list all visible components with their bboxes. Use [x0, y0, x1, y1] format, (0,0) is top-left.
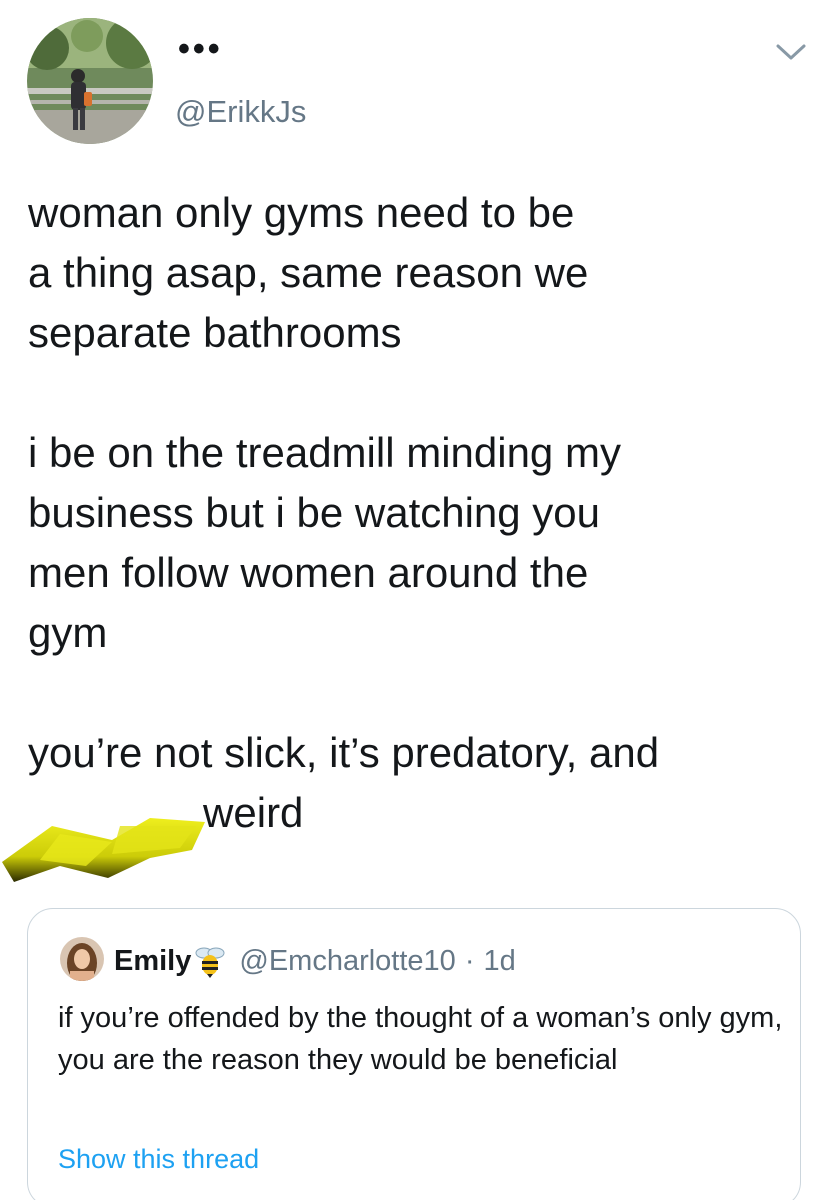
- author-handle[interactable]: @ErikkJs: [175, 92, 306, 132]
- quoted-author-avatar[interactable]: [60, 937, 104, 981]
- chevron-down-icon: [776, 44, 806, 60]
- censor-scribble: [0, 800, 215, 890]
- avatar-photo-icon: [60, 937, 104, 981]
- header-separator: ·: [464, 944, 475, 977]
- quoted-tweet-text: if you’re offended by the thought of a w…: [58, 1002, 783, 1076]
- author-avatar[interactable]: [27, 18, 153, 144]
- tweet-menu-button[interactable]: [774, 40, 808, 64]
- quoted-author-name[interactable]: Emily: [114, 945, 191, 978]
- bee-icon: [195, 947, 225, 978]
- avatar-photo-icon: [27, 18, 153, 144]
- quoted-tweet-card[interactable]: Emily @Emcharlotte10 · 1d if you’re offe…: [27, 908, 801, 1200]
- author-display-name[interactable]: •••: [178, 32, 223, 66]
- quoted-author-handle[interactable]: @Emcharlotte10: [239, 945, 455, 978]
- quoted-timestamp[interactable]: 1d: [483, 945, 515, 978]
- show-thread-link[interactable]: Show this thread: [58, 1141, 259, 1177]
- tweet-text: woman only gyms need to be a thing asap,…: [28, 189, 660, 836]
- quoted-tweet-header: Emily @Emcharlotte10 · 1d: [114, 939, 516, 983]
